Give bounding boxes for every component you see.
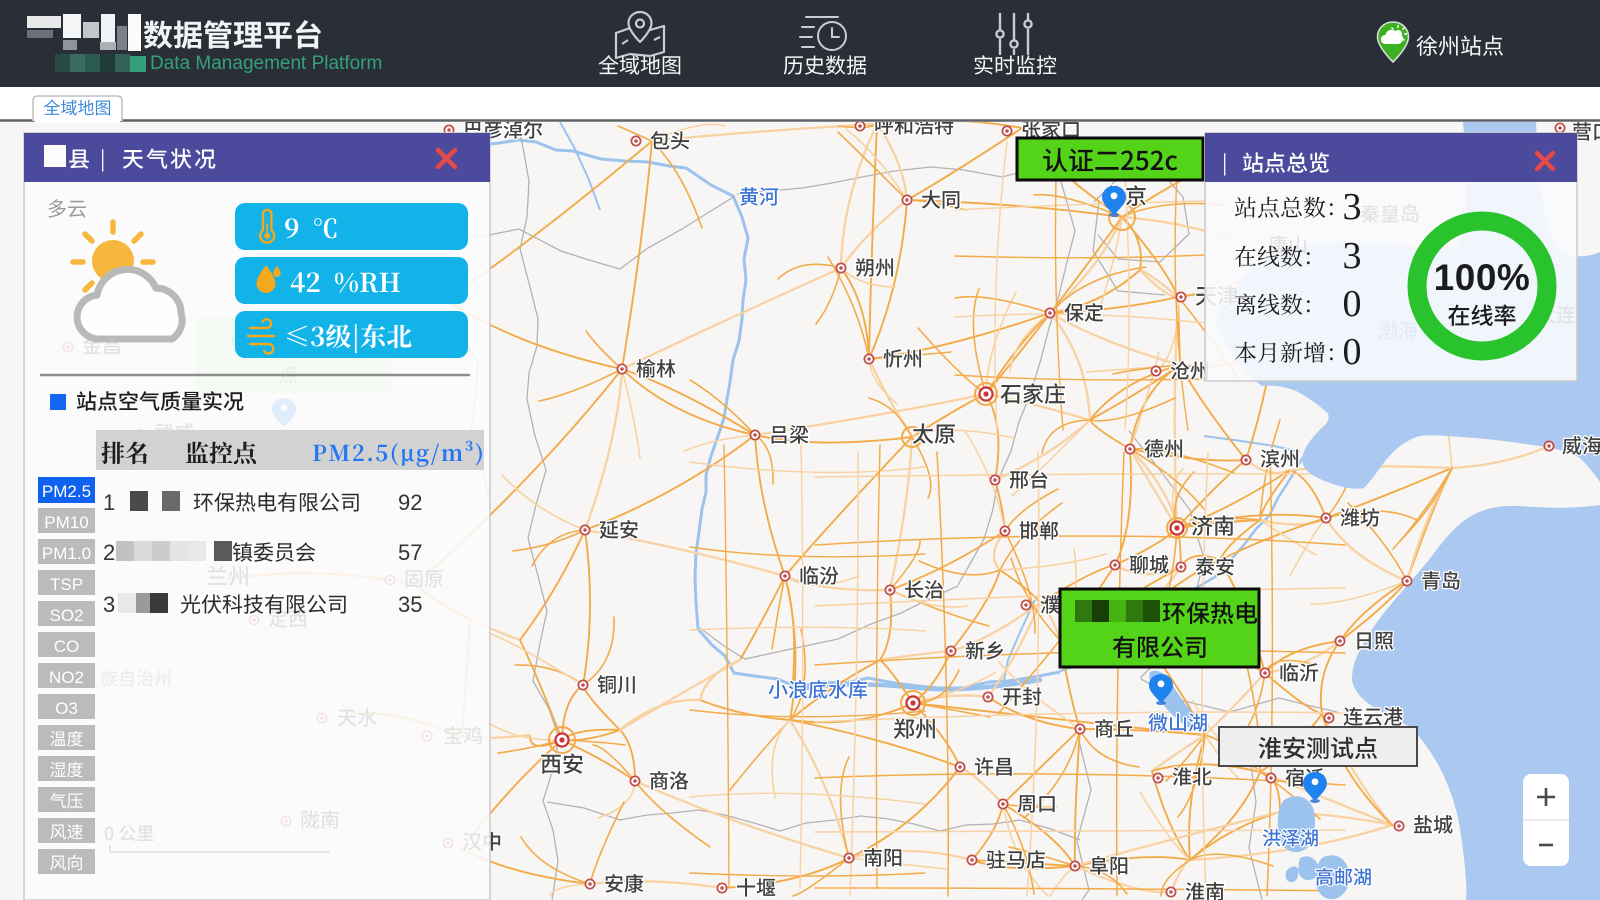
svg-text:3: 3 [103,592,115,617]
svg-text:100%: 100% [1434,257,1531,298]
svg-text:57: 57 [398,540,422,565]
svg-text:O3: O3 [55,699,78,718]
svg-text:TSP: TSP [50,575,83,594]
svg-text:CO: CO [54,637,80,656]
svg-text:35: 35 [398,592,422,617]
svg-text:1: 1 [103,490,115,515]
svg-text:0: 0 [1343,283,1362,325]
svg-text:PM2.5: PM2.5 [42,482,91,501]
svg-text:Data Management Platform: Data Management Platform [150,53,382,74]
svg-text:92: 92 [398,490,422,515]
svg-text:PM10: PM10 [44,513,88,532]
svg-text:SO2: SO2 [49,606,83,625]
svg-text:PM1.0: PM1.0 [42,544,91,563]
svg-text:NO2: NO2 [49,668,84,687]
svg-text:2: 2 [103,540,115,565]
svg-text:3: 3 [1343,235,1362,277]
svg-text:0: 0 [1343,331,1362,373]
svg-text:3: 3 [1343,186,1362,228]
